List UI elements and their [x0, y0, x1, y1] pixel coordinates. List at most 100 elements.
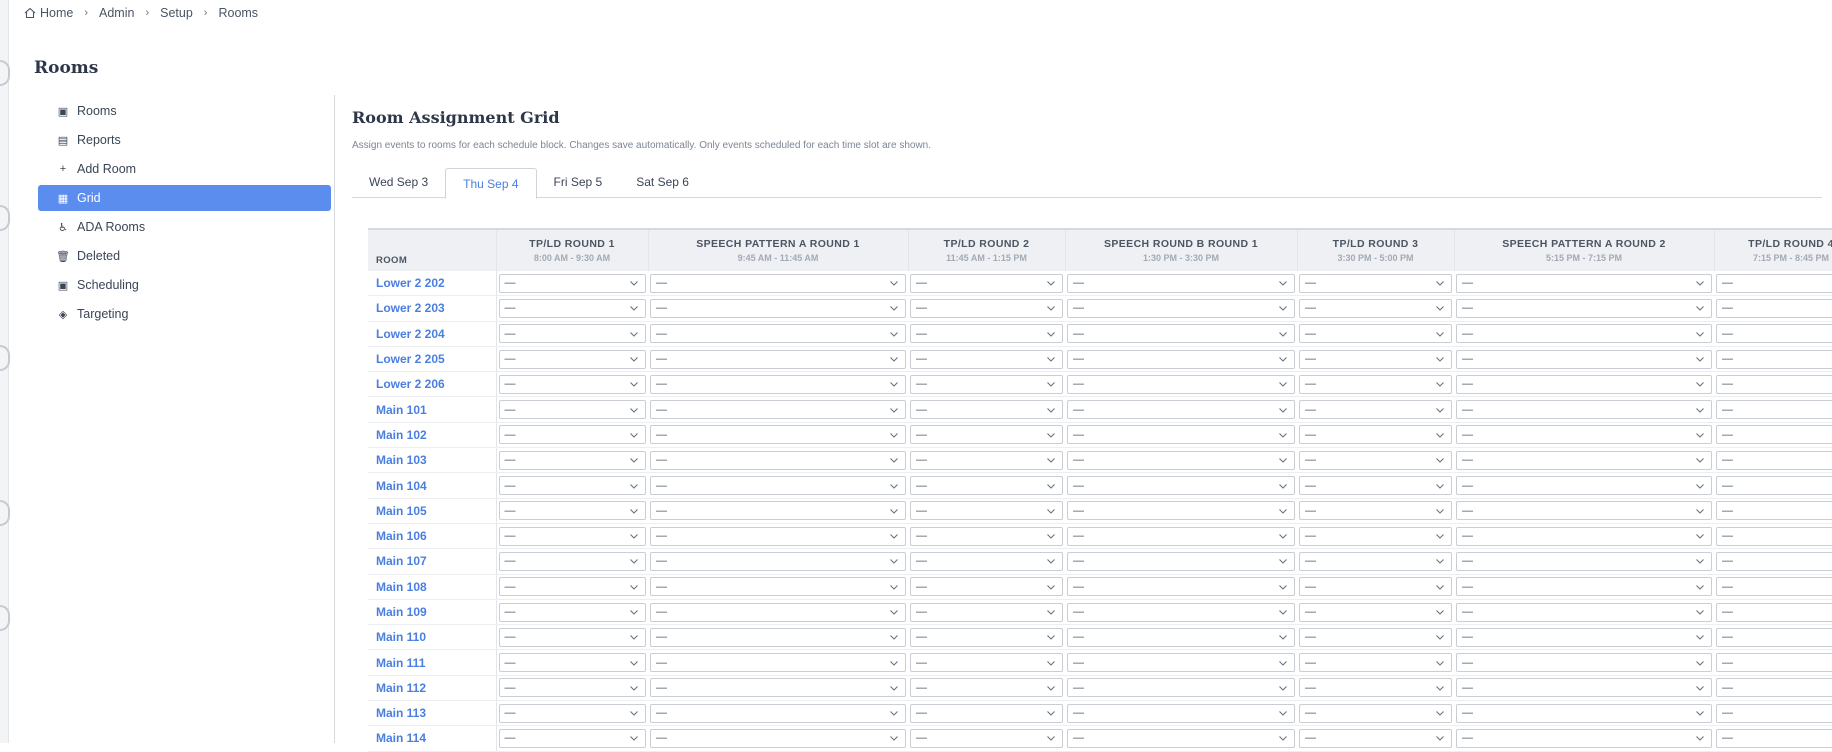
event-select[interactable]: —: [1067, 501, 1295, 520]
event-select[interactable]: —: [910, 552, 1063, 571]
event-select[interactable]: —: [1067, 324, 1295, 343]
event-select[interactable]: —: [650, 299, 906, 318]
event-select[interactable]: —: [650, 476, 906, 495]
breadcrumb-rooms[interactable]: Rooms: [218, 6, 258, 20]
event-select[interactable]: —: [1067, 603, 1295, 622]
event-select[interactable]: —: [1299, 425, 1452, 444]
event-select[interactable]: —: [1299, 400, 1452, 419]
room-link[interactable]: Main 109: [368, 599, 496, 624]
event-select[interactable]: —: [910, 451, 1063, 470]
event-select[interactable]: —: [1716, 350, 1832, 369]
sidebar-item-rooms[interactable]: ▣Rooms: [38, 98, 331, 124]
event-select[interactable]: —: [1456, 299, 1712, 318]
event-select[interactable]: —: [1716, 729, 1832, 748]
event-select[interactable]: —: [910, 501, 1063, 520]
room-link[interactable]: Main 101: [368, 397, 496, 422]
event-select[interactable]: —: [1716, 476, 1832, 495]
event-select[interactable]: —: [1456, 628, 1712, 647]
event-select[interactable]: —: [1716, 274, 1832, 293]
breadcrumb-home[interactable]: Home: [24, 6, 73, 20]
room-link[interactable]: Main 102: [368, 422, 496, 447]
event-select[interactable]: —: [1716, 451, 1832, 470]
event-select[interactable]: —: [1716, 552, 1832, 571]
event-select[interactable]: —: [1716, 704, 1832, 723]
room-link[interactable]: Lower 2 204: [368, 321, 496, 346]
event-select[interactable]: —: [650, 501, 906, 520]
event-select[interactable]: —: [499, 350, 647, 369]
room-link[interactable]: Main 113: [368, 701, 496, 726]
sidebar-item-grid[interactable]: ▦Grid: [38, 185, 331, 211]
room-link[interactable]: Lower 2 206: [368, 372, 496, 397]
event-select[interactable]: —: [1067, 299, 1295, 318]
event-select[interactable]: —: [1456, 425, 1712, 444]
event-select[interactable]: —: [1299, 299, 1452, 318]
event-select[interactable]: —: [1067, 350, 1295, 369]
event-select[interactable]: —: [1299, 552, 1452, 571]
room-link[interactable]: Main 106: [368, 523, 496, 548]
event-select[interactable]: —: [650, 653, 906, 672]
event-select[interactable]: —: [650, 324, 906, 343]
event-select[interactable]: —: [650, 603, 906, 622]
event-select[interactable]: —: [499, 577, 647, 596]
event-select[interactable]: —: [1456, 552, 1712, 571]
event-select[interactable]: —: [910, 603, 1063, 622]
sidebar-item-reports[interactable]: ▤Reports: [38, 127, 331, 153]
event-select[interactable]: —: [1299, 527, 1452, 546]
sidebar-item-scheduling[interactable]: ▣Scheduling: [38, 272, 331, 298]
room-link[interactable]: Main 103: [368, 448, 496, 473]
event-select[interactable]: —: [1299, 577, 1452, 596]
room-link[interactable]: Main 108: [368, 574, 496, 599]
event-select[interactable]: —: [1456, 274, 1712, 293]
sidebar-item-targeting[interactable]: ◈Targeting: [38, 301, 331, 327]
sidebar-item-ada-rooms[interactable]: ♿ADA Rooms: [38, 214, 331, 240]
event-select[interactable]: —: [910, 299, 1063, 318]
event-select[interactable]: —: [910, 577, 1063, 596]
event-select[interactable]: —: [1299, 704, 1452, 723]
event-select[interactable]: —: [650, 350, 906, 369]
event-select[interactable]: —: [1456, 653, 1712, 672]
room-link[interactable]: Main 107: [368, 549, 496, 574]
event-select[interactable]: —: [650, 729, 906, 748]
event-select[interactable]: —: [1067, 400, 1295, 419]
tab-wed-sep-3[interactable]: Wed Sep 3: [352, 168, 445, 196]
event-select[interactable]: —: [910, 350, 1063, 369]
event-select[interactable]: —: [910, 729, 1063, 748]
event-select[interactable]: —: [1067, 476, 1295, 495]
event-select[interactable]: —: [650, 400, 906, 419]
event-select[interactable]: —: [650, 527, 906, 546]
event-select[interactable]: —: [499, 552, 647, 571]
event-select[interactable]: —: [910, 375, 1063, 394]
room-link[interactable]: Main 114: [368, 726, 496, 751]
event-select[interactable]: —: [1067, 653, 1295, 672]
event-select[interactable]: —: [1716, 501, 1832, 520]
event-select[interactable]: —: [1299, 653, 1452, 672]
event-select[interactable]: —: [499, 501, 647, 520]
event-select[interactable]: —: [499, 324, 647, 343]
tab-sat-sep-6[interactable]: Sat Sep 6: [619, 168, 706, 196]
room-link[interactable]: Lower 2 205: [368, 346, 496, 371]
event-select[interactable]: —: [1456, 577, 1712, 596]
event-select[interactable]: —: [910, 628, 1063, 647]
event-select[interactable]: —: [910, 527, 1063, 546]
event-select[interactable]: —: [650, 274, 906, 293]
event-select[interactable]: —: [499, 704, 647, 723]
event-select[interactable]: —: [1067, 274, 1295, 293]
event-select[interactable]: —: [1716, 324, 1832, 343]
event-select[interactable]: —: [1067, 729, 1295, 748]
event-select[interactable]: —: [1456, 704, 1712, 723]
event-select[interactable]: —: [1067, 704, 1295, 723]
event-select[interactable]: —: [1299, 324, 1452, 343]
event-select[interactable]: —: [1299, 628, 1452, 647]
event-select[interactable]: —: [1456, 324, 1712, 343]
breadcrumb-setup[interactable]: Setup: [160, 6, 193, 20]
event-select[interactable]: —: [650, 552, 906, 571]
event-select[interactable]: —: [1456, 678, 1712, 697]
event-select[interactable]: —: [1456, 451, 1712, 470]
event-select[interactable]: —: [910, 324, 1063, 343]
event-select[interactable]: —: [1456, 400, 1712, 419]
event-select[interactable]: —: [1716, 678, 1832, 697]
event-select[interactable]: —: [650, 577, 906, 596]
tab-fri-sep-5[interactable]: Fri Sep 5: [537, 168, 620, 196]
event-select[interactable]: —: [1067, 527, 1295, 546]
event-select[interactable]: —: [1299, 603, 1452, 622]
